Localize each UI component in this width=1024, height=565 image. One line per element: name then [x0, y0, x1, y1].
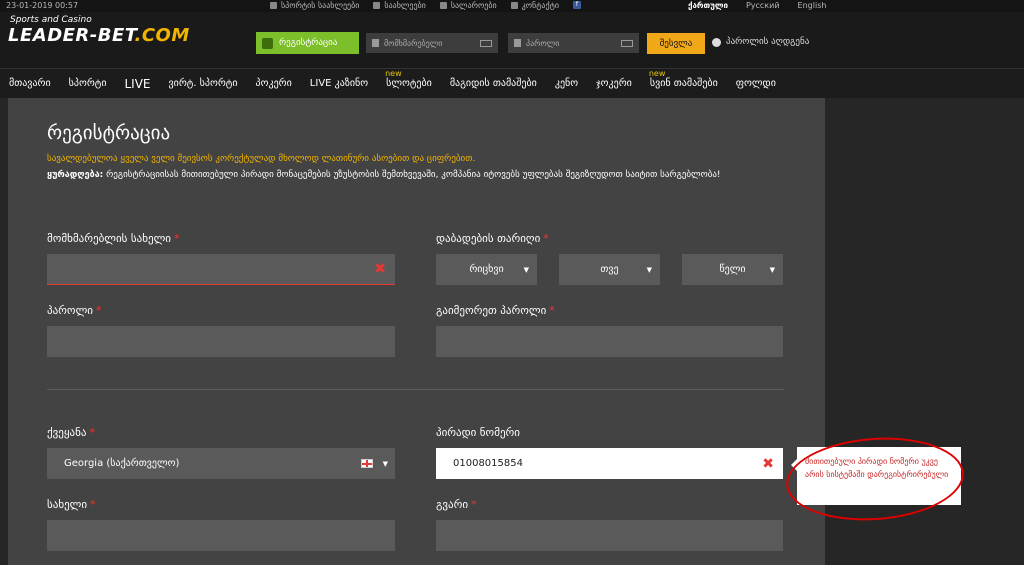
username-label: მომხმარებლის სახელი * — [47, 232, 180, 245]
top-links: სპორტის საახლეები საახლეები სალაროები კო… — [270, 1, 581, 10]
divider — [47, 389, 784, 390]
news-link[interactable]: საახლეები — [373, 1, 426, 10]
lock-icon — [514, 39, 521, 47]
nav-item-slots[interactable]: new სლოტები — [377, 69, 441, 89]
contact-link[interactable]: კონტაქტი — [510, 1, 559, 10]
cashdesk-link[interactable]: სალაროები — [439, 1, 497, 10]
username-input[interactable]: მომხმარებელი — [366, 33, 498, 53]
firstname-label: სახელი * — [47, 498, 96, 511]
birthdate-label: დაბადების თარიღი * — [436, 232, 549, 245]
nav-item-joker[interactable]: ჯოკერი — [587, 78, 641, 89]
user-icon — [372, 39, 379, 47]
nav-item-live-casino[interactable]: LIVE კაზინო — [301, 78, 377, 89]
nav-item-virtual-sport[interactable]: ვირტ. სპორტი — [160, 78, 247, 89]
logo[interactable]: LEADER-BET.COM — [8, 25, 190, 46]
left-background — [0, 98, 8, 565]
repeat-password-label: გაიმეორეთ პაროლი * — [436, 304, 555, 317]
error-x-icon: ✖ — [374, 261, 386, 277]
register-button[interactable]: რეგისტრაცია — [256, 32, 359, 54]
lastname-label: გვარი * — [436, 498, 477, 511]
globe-icon — [270, 2, 277, 9]
main-nav: მთავარი სპორტი LIVE ვირტ. სპორტი პოკერი … — [0, 68, 1024, 98]
login-button[interactable]: შესვლა — [647, 33, 705, 54]
birth-day-select[interactable]: რიცხვი ▼ — [436, 254, 537, 285]
password-input[interactable]: პაროლი — [508, 33, 639, 53]
error-x-icon: ✖ — [762, 455, 774, 472]
password-field[interactable] — [47, 326, 395, 357]
birth-year-select[interactable]: წელი ▼ — [682, 254, 783, 285]
facebook-icon[interactable]: f — [572, 1, 581, 9]
country-select[interactable]: Georgia (საქართველო) ▼ — [47, 448, 395, 479]
page-title: რეგისტრაცია — [47, 122, 171, 144]
repeat-password-field[interactable] — [436, 326, 783, 357]
nav-item-live[interactable]: LIVE — [116, 77, 160, 91]
chevron-down-icon: ▼ — [523, 265, 529, 274]
chevron-down-icon: ▼ — [646, 265, 652, 274]
username-field[interactable]: ✖ — [47, 254, 395, 285]
password-label: პაროლი * — [47, 304, 102, 317]
new-badge: new — [385, 69, 402, 78]
user-add-icon — [262, 37, 273, 49]
new-badge: new — [648, 69, 666, 78]
key-icon — [712, 37, 721, 47]
nav-item-swin-games[interactable]: new სვინ თამაშები — [641, 69, 727, 89]
nav-item-sport[interactable]: სპორტი — [60, 78, 116, 89]
chevron-down-icon: ▼ — [382, 459, 388, 468]
keyboard-icon[interactable] — [480, 39, 492, 47]
top-bar: 23-01-2019 00:57 სპორტის საახლეები საახლ… — [0, 0, 1024, 12]
lang-russian[interactable]: Русский — [746, 1, 780, 10]
attention-note: ყურადღება: რეგისტრაციისას მითითებული პირ… — [47, 170, 721, 180]
nav-item-table-games[interactable]: მაგიდის თამაშები — [441, 78, 546, 89]
birth-month-select[interactable]: თვე ▼ — [559, 254, 660, 285]
personal-id-field[interactable]: 01008015854 ✖ — [436, 448, 783, 479]
nav-item-poker[interactable]: პოკერი — [247, 78, 301, 89]
date-time: 23-01-2019 00:57 — [6, 1, 79, 10]
keyboard-icon[interactable] — [621, 39, 633, 47]
lastname-field[interactable] — [436, 520, 783, 551]
lang-georgian[interactable]: ქართული — [688, 1, 728, 10]
georgia-flag-icon — [361, 459, 373, 468]
logo-tagline: Sports and Casino — [10, 15, 92, 25]
country-label: ქვეყანა * — [47, 426, 95, 439]
personal-id-label: პირადი ნომერი — [436, 426, 520, 439]
phone-icon — [510, 2, 518, 9]
nav-item-home[interactable]: მთავარი — [0, 78, 60, 89]
chevron-down-icon: ▼ — [769, 265, 775, 274]
news-icon — [373, 2, 381, 9]
nav-item-foldy[interactable]: ფოლდი — [727, 78, 785, 89]
recover-password-link[interactable]: პაროლის აღდგენა — [712, 37, 809, 47]
home-icon — [439, 2, 447, 9]
firstname-field[interactable] — [47, 520, 395, 551]
sport-news-link[interactable]: სპორტის საახლეები — [270, 1, 359, 10]
warning-text: სავალდებულოა ყველა ველი შეივსოს კორექტულ… — [47, 154, 476, 164]
language-switcher: ქართული Русский English — [688, 1, 826, 10]
nav-item-keno[interactable]: კენო — [546, 78, 587, 89]
lang-english[interactable]: English — [798, 1, 827, 10]
